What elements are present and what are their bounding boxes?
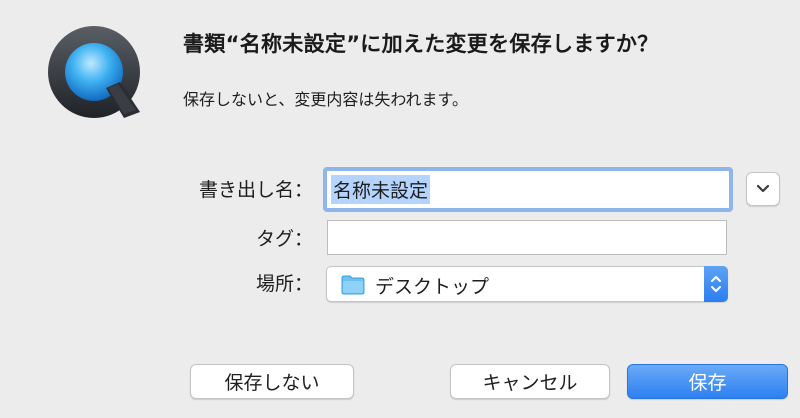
export-name-value: 名称未設定 [331, 175, 431, 204]
expand-dialog-button[interactable] [746, 172, 780, 206]
chevron-down-icon [756, 184, 770, 193]
location-value: デスクトップ [375, 276, 490, 298]
cancel-button[interactable]: キャンセル [450, 364, 610, 399]
tags-input[interactable] [327, 220, 727, 255]
where-label: 場所： [255, 273, 313, 295]
up-down-chevron-icon [711, 276, 721, 292]
export-name-field[interactable]: 名称未設定 [323, 167, 733, 212]
dont-save-button[interactable]: 保存しない [190, 364, 354, 399]
dialog-message: 保存しないと、変更内容は失われます。 [183, 90, 468, 109]
save-button[interactable]: 保存 [627, 364, 788, 399]
export-name-label: 書き出し名： [198, 179, 313, 201]
folder-icon [341, 275, 365, 295]
popup-stepper[interactable] [704, 266, 728, 302]
dialog-title: 書類“名称未設定”に加えた変更を保存しますか？ [183, 32, 659, 56]
location-popup[interactable]: デスクトップ [326, 266, 728, 302]
quicktime-icon [48, 26, 140, 118]
tags-label: タグ： [255, 228, 313, 250]
save-dialog: 書類“名称未設定”に加えた変更を保存しますか？ 保存しないと、変更内容は失われま… [0, 0, 800, 418]
